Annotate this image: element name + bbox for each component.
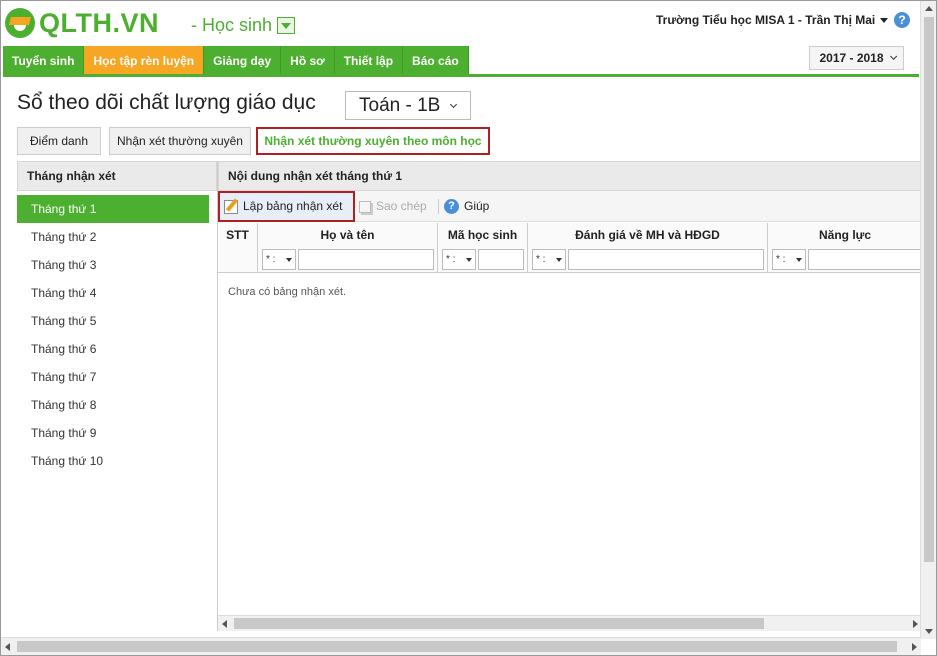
scrollbar-thumb[interactable] xyxy=(17,641,897,652)
role-label: - Học sinh xyxy=(191,15,273,35)
nav-item-ho-so[interactable]: Hồ sơ xyxy=(281,46,335,77)
logo: QLTH.VN xyxy=(5,7,159,39)
filter-danh-gia-input[interactable] xyxy=(568,249,764,270)
nav-item-tuyen-sinh[interactable]: Tuyển sinh xyxy=(3,46,85,77)
month-item[interactable]: Tháng thứ 2 xyxy=(17,223,209,251)
scroll-up-icon[interactable] xyxy=(925,6,933,11)
create-comment-table-button[interactable]: Lập bảng nhận xét xyxy=(218,191,355,222)
filter-ma-hoc-sinh-input[interactable] xyxy=(478,249,524,270)
column-header-nang-luc[interactable]: Năng lực xyxy=(768,223,922,248)
scroll-right-icon[interactable] xyxy=(913,620,918,628)
graduation-cap-icon xyxy=(5,8,35,38)
filter-nang-luc-input[interactable] xyxy=(808,249,922,270)
chevron-down-icon xyxy=(449,100,458,109)
month-panel-header: Tháng nhận xét xyxy=(17,161,217,191)
column-header-ma-hoc-sinh[interactable]: Mã học sinh xyxy=(438,223,527,248)
page-title: Sổ theo dõi chất lượng giáo dục xyxy=(17,91,316,114)
column-ho-va-ten: Họ và tên * : xyxy=(258,223,438,273)
month-panel: Tháng nhận xét Tháng thứ 1 Tháng thứ 2 T… xyxy=(17,161,217,631)
help-label: Giúp xyxy=(464,199,490,213)
filter-ho-va-ten-input[interactable] xyxy=(298,249,434,270)
column-header-danh-gia[interactable]: Đánh giá về MH và HĐGD xyxy=(528,223,767,248)
empty-message: Chưa có bảng nhận xét. xyxy=(228,286,347,298)
help-icon[interactable]: ? xyxy=(894,12,910,28)
main-nav: Tuyển sinh Học tập rèn luyện Giảng dạy H… xyxy=(3,46,469,77)
grid-horizontal-scrollbar[interactable] xyxy=(218,615,922,631)
copy-button[interactable]: Sao chép xyxy=(359,191,427,222)
subject-select[interactable]: Toán - 1B xyxy=(345,91,471,120)
toolbar-separator xyxy=(438,199,439,214)
filter-operator-select[interactable]: * : xyxy=(262,249,296,270)
grid-header: STT Họ và tên * : Mã học sinh * : Đánh g… xyxy=(218,223,922,273)
column-stt: STT xyxy=(218,223,258,273)
month-item[interactable]: Tháng thứ 7 xyxy=(17,363,209,391)
month-item[interactable]: Tháng thứ 9 xyxy=(17,419,209,447)
tab-nhan-xet-theo-mon-hoc[interactable]: Nhận xét thường xuyên theo môn học xyxy=(256,127,490,155)
toolbar: Lập bảng nhận xét Sao chép ? Giúp xyxy=(218,191,922,222)
copy-icon xyxy=(359,200,371,213)
month-item[interactable]: Tháng thứ 3 xyxy=(17,251,209,279)
month-item[interactable]: Tháng thứ 8 xyxy=(17,391,209,419)
edit-icon xyxy=(224,199,238,214)
column-nang-luc: Năng lực * : xyxy=(768,223,922,273)
column-header-ho-va-ten[interactable]: Họ và tên xyxy=(258,223,437,248)
nav-item-hoc-tap-ren-luyen[interactable]: Học tập rèn luyện xyxy=(84,46,205,77)
scroll-right-icon[interactable] xyxy=(912,643,917,651)
column-danh-gia: Đánh giá về MH và HĐGD * : xyxy=(528,223,768,273)
school-user-menu[interactable]: Trường Tiểu học MISA 1 - Trần Thị Mai xyxy=(656,13,875,27)
filter-operator-select[interactable]: * : xyxy=(532,249,566,270)
scrollbar-thumb[interactable] xyxy=(234,618,764,629)
role-dropdown-button[interactable] xyxy=(277,17,295,34)
month-item[interactable]: Tháng thứ 4 xyxy=(17,279,209,307)
nav-item-thiet-lap[interactable]: Thiết lập xyxy=(334,46,404,77)
scroll-down-icon[interactable] xyxy=(925,629,933,634)
page-vertical-scrollbar[interactable] xyxy=(920,1,936,639)
tab-diem-danh[interactable]: Điểm danh xyxy=(17,127,101,155)
column-ma-hoc-sinh: Mã học sinh * : xyxy=(438,223,528,273)
month-item[interactable]: Tháng thứ 1 xyxy=(17,195,209,223)
scroll-left-icon[interactable] xyxy=(222,620,227,628)
create-comment-table-label: Lập bảng nhận xét xyxy=(243,199,343,213)
logo-text: QLTH.VN xyxy=(39,7,159,38)
nav-item-giang-day[interactable]: Giảng dạy xyxy=(204,46,282,77)
month-item[interactable]: Tháng thứ 5 xyxy=(17,307,209,335)
copy-label: Sao chép xyxy=(376,199,427,213)
app-window: QLTH.VN - Học sinh Trường Tiểu học MISA … xyxy=(0,0,937,656)
filter-operator-select[interactable]: * : xyxy=(442,249,476,270)
caret-down-icon[interactable] xyxy=(880,18,888,23)
content-panel: Nội dung nhận xét tháng thứ 1 Lập bảng n… xyxy=(217,161,922,631)
filter-operator-select[interactable]: * : xyxy=(772,249,806,270)
page-horizontal-scrollbar[interactable] xyxy=(1,637,921,655)
nav-divider xyxy=(3,74,919,77)
month-item[interactable]: Tháng thứ 10 xyxy=(17,447,209,475)
scroll-left-icon[interactable] xyxy=(5,643,10,651)
help-icon: ? xyxy=(444,199,459,215)
tab-nhan-xet-thuong-xuyen[interactable]: Nhận xét thường xuyên xyxy=(109,127,251,155)
scrollbar-thumb[interactable] xyxy=(924,17,934,562)
subject-select-value: Toán - 1B xyxy=(359,95,441,116)
column-header-stt[interactable]: STT xyxy=(218,223,257,248)
content-panel-header: Nội dung nhận xét tháng thứ 1 xyxy=(218,161,921,191)
help-button[interactable]: ? Giúp xyxy=(444,191,489,222)
nav-item-bao-cao[interactable]: Báo cáo xyxy=(403,46,469,77)
month-item[interactable]: Tháng thứ 6 xyxy=(17,335,209,363)
school-year-select[interactable]: 2017 - 2018 xyxy=(809,46,904,70)
